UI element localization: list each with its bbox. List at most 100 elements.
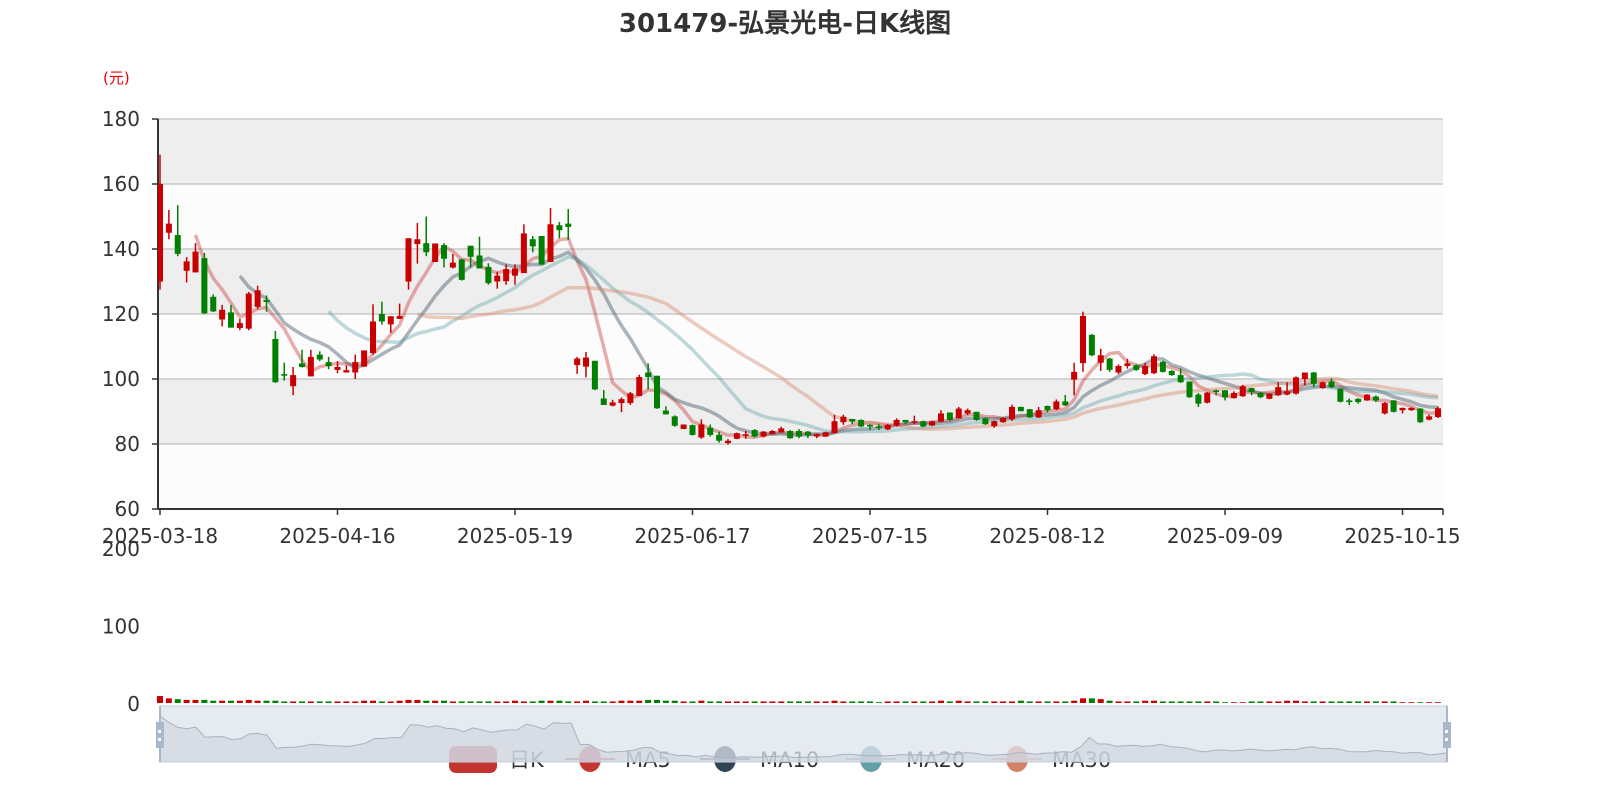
candle-body xyxy=(698,424,705,438)
candle[interactable] xyxy=(884,424,891,431)
x-tick-label: 2025-09-09 xyxy=(1167,524,1283,548)
volume-bar xyxy=(920,701,927,703)
candle-body xyxy=(884,424,891,430)
candle-body xyxy=(964,410,971,414)
volume-bar xyxy=(822,701,829,703)
candle-body xyxy=(520,233,527,274)
candle-body xyxy=(1204,392,1211,403)
candle[interactable] xyxy=(1390,400,1397,413)
candle-body xyxy=(449,262,456,268)
candle[interactable] xyxy=(538,236,545,265)
candle-body xyxy=(1124,363,1131,366)
candle[interactable] xyxy=(751,429,758,438)
candle[interactable] xyxy=(1000,417,1007,423)
candle[interactable] xyxy=(982,417,989,425)
candle[interactable] xyxy=(787,430,794,439)
candle-body xyxy=(1009,406,1015,420)
candle[interactable] xyxy=(654,375,660,409)
candle-body xyxy=(689,425,696,435)
candle[interactable] xyxy=(458,258,465,281)
candle-body xyxy=(547,224,554,262)
candle-body xyxy=(1000,418,1007,423)
candle[interactable] xyxy=(361,350,368,367)
candle[interactable] xyxy=(671,415,678,427)
candle[interactable] xyxy=(946,412,953,421)
volume-bar xyxy=(973,701,980,703)
candle[interactable] xyxy=(1204,392,1211,404)
candle-body xyxy=(831,421,838,434)
candle[interactable] xyxy=(636,374,643,396)
candle-body xyxy=(201,258,208,314)
candle-body xyxy=(618,399,625,404)
candle[interactable] xyxy=(210,294,217,313)
candle[interactable] xyxy=(955,406,962,419)
candle[interactable] xyxy=(680,424,687,430)
y-tick-label: 180 xyxy=(102,107,140,131)
candle[interactable] xyxy=(1337,388,1344,403)
candle[interactable] xyxy=(1088,334,1095,357)
volume-bar xyxy=(1399,702,1406,703)
candle[interactable] xyxy=(1435,406,1441,418)
volume-bar xyxy=(299,701,305,703)
y-tick-label: 80 xyxy=(115,432,140,456)
slider-right-handle[interactable] xyxy=(1443,722,1451,748)
candle-body xyxy=(281,374,288,376)
candle[interactable] xyxy=(1017,406,1024,412)
candle[interactable] xyxy=(1009,404,1015,421)
volume-bar xyxy=(556,700,563,703)
volume-bar xyxy=(1310,701,1317,703)
candle[interactable] xyxy=(822,431,829,437)
candle[interactable] xyxy=(929,420,936,427)
candle[interactable] xyxy=(1417,408,1424,423)
volume-bar xyxy=(529,701,536,703)
candle-body xyxy=(1301,372,1308,379)
candle-body xyxy=(192,251,199,273)
candle[interactable] xyxy=(1168,370,1175,376)
candle[interactable] xyxy=(1186,381,1193,398)
volume-bar xyxy=(1159,701,1166,703)
candle[interactable] xyxy=(627,392,634,405)
candle-body xyxy=(1071,371,1078,380)
volume-bar xyxy=(689,701,696,703)
candle-body xyxy=(174,235,181,254)
candle[interactable] xyxy=(1106,357,1113,372)
volume-bar xyxy=(1337,701,1344,703)
candle[interactable] xyxy=(1266,393,1273,400)
volume-bar xyxy=(547,700,554,703)
volume-bar xyxy=(378,701,385,703)
candle[interactable] xyxy=(689,424,696,436)
candle-body xyxy=(760,431,767,437)
candle[interactable] xyxy=(733,432,740,440)
candle[interactable] xyxy=(1026,408,1033,418)
candle-body xyxy=(671,416,678,426)
candle[interactable] xyxy=(1080,311,1086,372)
candle[interactable] xyxy=(201,252,208,314)
candle[interactable] xyxy=(591,360,598,391)
candle[interactable] xyxy=(432,243,439,262)
slider-left-handle[interactable] xyxy=(156,722,164,748)
candle[interactable] xyxy=(760,431,767,438)
datazoom-slider[interactable] xyxy=(156,705,1451,763)
candle-body xyxy=(902,419,909,423)
candle[interactable] xyxy=(1151,354,1157,375)
candle[interactable] xyxy=(920,420,927,428)
volume-bar xyxy=(1115,701,1122,703)
candle[interactable] xyxy=(1293,376,1299,395)
candle-body xyxy=(432,243,439,262)
candle[interactable] xyxy=(1133,364,1140,371)
candle[interactable] xyxy=(1364,394,1370,401)
candle[interactable] xyxy=(1239,384,1246,397)
candle-body xyxy=(494,275,501,282)
candle[interactable] xyxy=(1381,402,1388,415)
candle-body xyxy=(361,350,368,367)
candle[interactable] xyxy=(245,291,252,331)
candle[interactable] xyxy=(973,411,980,421)
volume-bar xyxy=(449,701,456,703)
volume-bar xyxy=(654,699,660,703)
candle[interactable] xyxy=(1319,381,1326,389)
candle[interactable] xyxy=(858,419,865,428)
volume-bar xyxy=(1301,701,1308,703)
candle[interactable] xyxy=(1159,360,1166,373)
candle-body xyxy=(556,225,563,231)
volume-bar xyxy=(565,701,572,703)
